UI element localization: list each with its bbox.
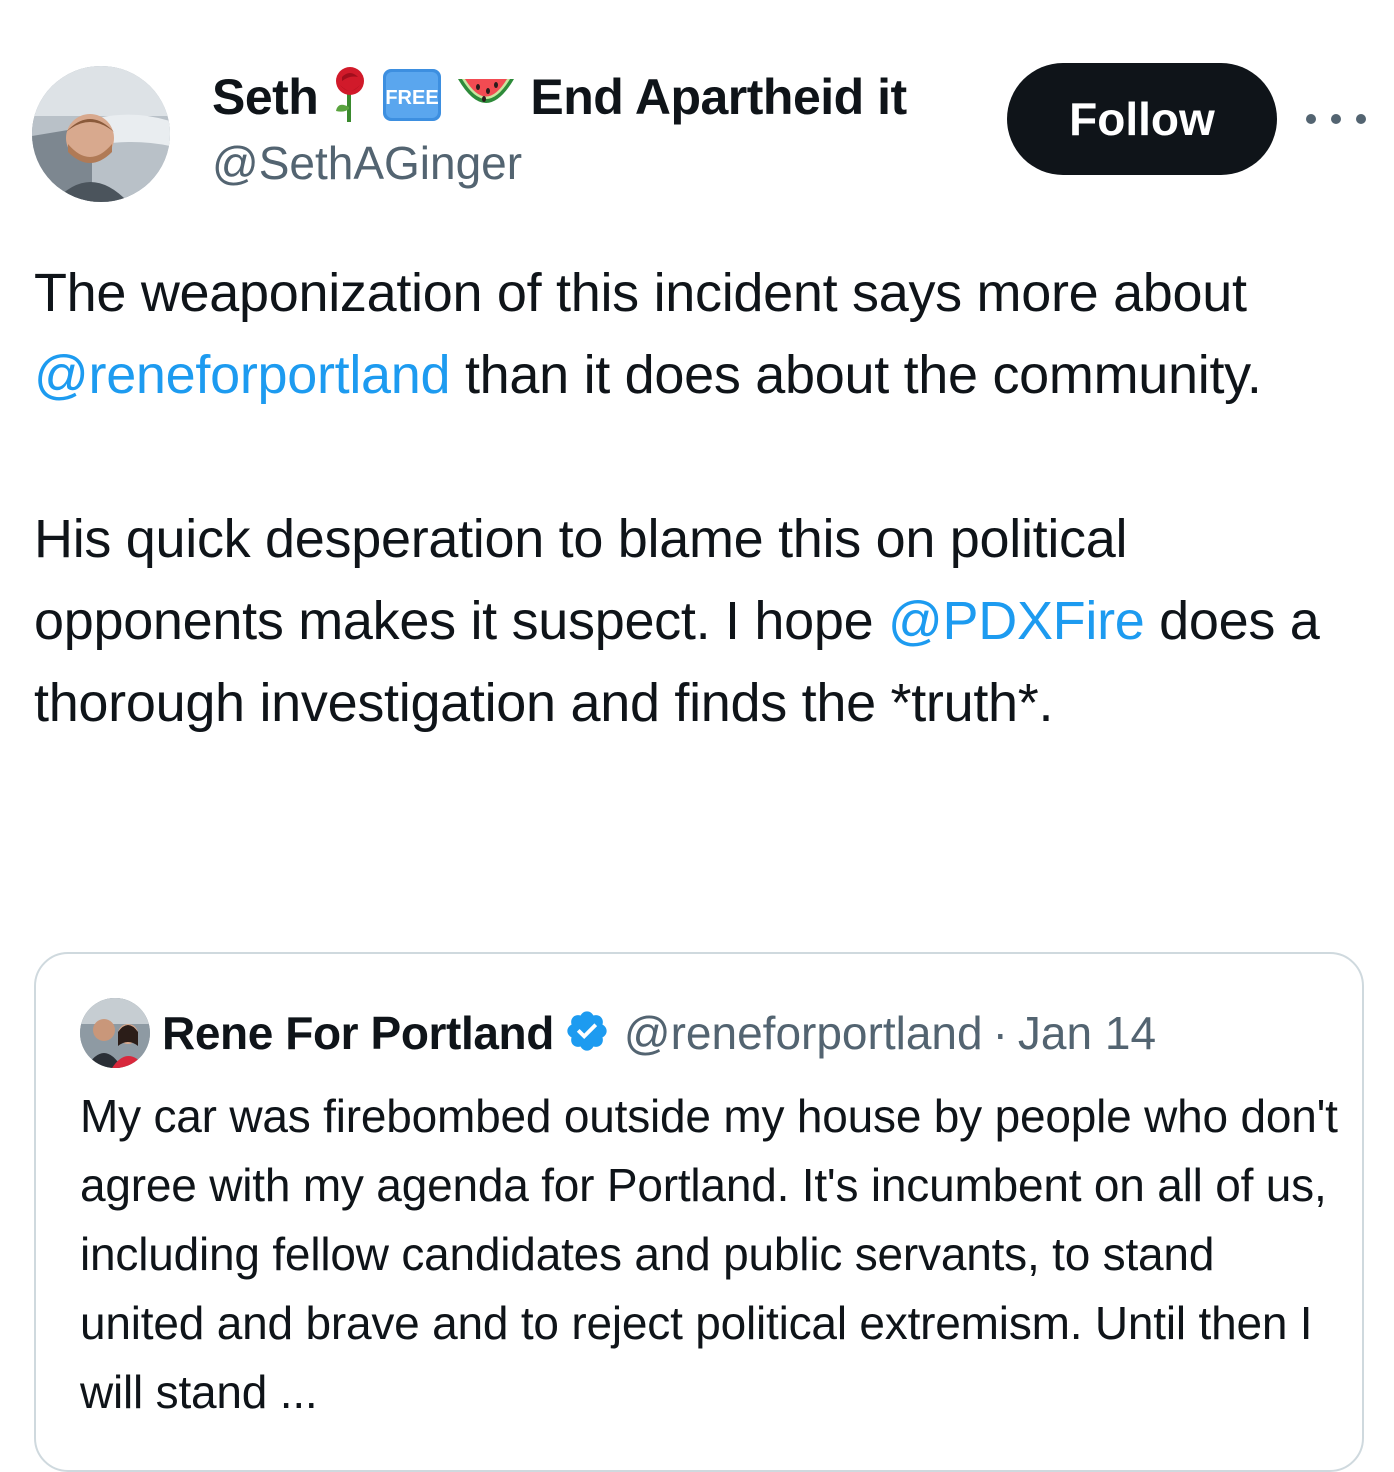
free-button-icon: FREE (382, 67, 442, 128)
more-options-icon[interactable] (1306, 104, 1366, 134)
separator-dot: · (992, 1007, 1008, 1059)
author-display-name[interactable]: Seth (212, 68, 319, 126)
tweet-text-segment: than it does about the community. (450, 345, 1262, 405)
more-dot (1331, 114, 1341, 124)
mention-link-pdxfire[interactable]: @PDXFire (888, 591, 1145, 651)
tweet-paragraph-2: His quick desperation to blame this on p… (34, 498, 1354, 744)
watermelon-icon (456, 71, 516, 124)
rose-icon (332, 66, 368, 128)
author-avatar[interactable] (32, 66, 170, 202)
author-handle[interactable]: @SethAGinger (212, 136, 522, 190)
author-name-suffix[interactable]: End Apartheid it (530, 68, 907, 126)
quoted-tweet-date[interactable]: Jan 14 (1018, 1006, 1156, 1060)
quoted-tweet-card[interactable]: Rene For Portland @reneforportland · Jan… (34, 952, 1364, 1472)
quoted-tweet-text: My car was firebombed outside my house b… (80, 1090, 1338, 1418)
author-name-row[interactable]: Seth FREE End Apartheid it (212, 62, 907, 132)
tweet-text: The weaponization of this incident says … (34, 252, 1354, 744)
tweet-paragraph-1: The weaponization of this incident says … (34, 252, 1354, 416)
quoted-author-handle[interactable]: @reneforportland (624, 1006, 983, 1060)
quoted-author-avatar[interactable] (80, 998, 150, 1068)
verified-badge-icon (564, 1008, 610, 1059)
mention-link-reneforportland[interactable]: @reneforportland (34, 345, 451, 405)
more-dot (1306, 114, 1316, 124)
quoted-author-name[interactable]: Rene For Portland (162, 1006, 554, 1060)
tweet-text-segment: The weaponization of this incident says … (34, 263, 1247, 323)
follow-button[interactable]: Follow (1007, 63, 1277, 175)
svg-text:FREE: FREE (386, 87, 439, 109)
more-dot (1356, 114, 1366, 124)
quoted-tweet-header: Rene For Portland @reneforportland · Jan… (80, 998, 1156, 1068)
